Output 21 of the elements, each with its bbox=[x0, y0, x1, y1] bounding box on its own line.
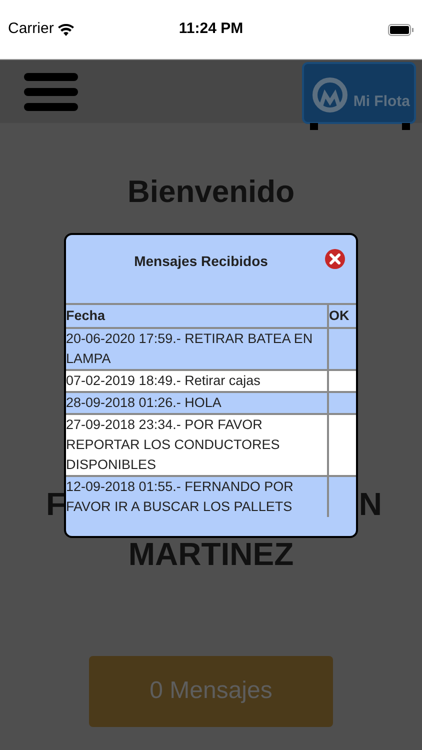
name-fragment: F bbox=[46, 488, 66, 520]
welcome-heading: Bienvenido bbox=[127, 173, 295, 211]
message-cell: 28-09-2018 01:26.- HOLA bbox=[66, 392, 328, 414]
messages-button[interactable]: 0 Mensajes bbox=[89, 656, 333, 726]
logo-text: Mi Flota bbox=[353, 92, 410, 112]
dialog-title: Mensajes Recibidos bbox=[134, 252, 268, 271]
ok-cell bbox=[328, 370, 356, 392]
wheel-icon bbox=[311, 76, 350, 114]
battery-icon bbox=[388, 24, 414, 36]
wifi-icon bbox=[58, 24, 74, 36]
message-cell: 27-09-2018 23:34.- POR FAVOR REPORTAR LOS CONDUCTORES DISPONIBLES bbox=[66, 414, 328, 476]
driver-surname: MARTINEZ bbox=[128, 538, 294, 570]
message-cell: 07-02-2019 18:49.- Retirar cajas bbox=[66, 370, 328, 392]
column-header: OK bbox=[328, 304, 356, 328]
message-cell: 12-09-2018 01:55.- FERNANDO POR FAVOR IR A BUSCAR LOS PALLETS bbox=[66, 476, 328, 517]
name-fragment: N bbox=[358, 488, 382, 520]
carrier-label: Carrier bbox=[8, 19, 54, 40]
message-cell: 20-06-2020 17:59.- RETIRAR BATEA EN LAMPA bbox=[66, 328, 328, 370]
clock-time: 11:24 PM bbox=[178, 19, 244, 40]
ok-cell bbox=[328, 414, 356, 476]
close-icon[interactable] bbox=[324, 248, 346, 270]
